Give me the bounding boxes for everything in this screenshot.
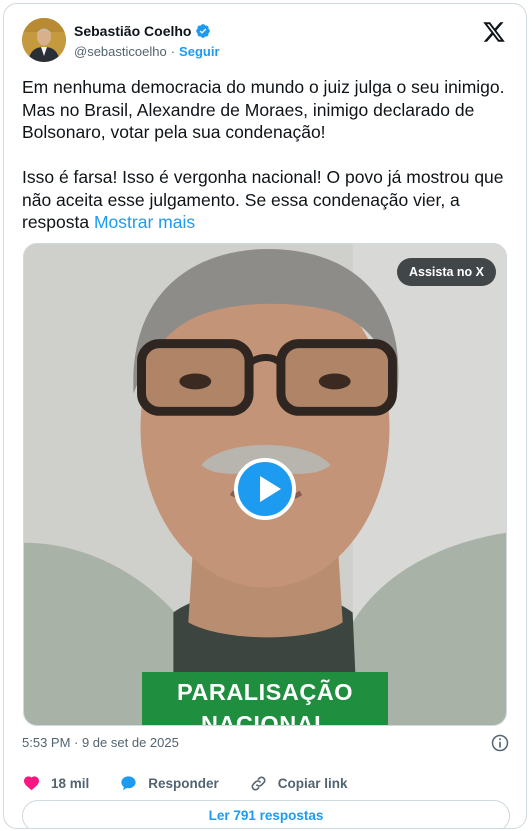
avatar[interactable] [22, 18, 66, 62]
banner-line-1: PARALISAÇÃO [176, 679, 354, 705]
reply-label: Responder [148, 775, 219, 791]
video-player[interactable]: Assista no X PARALISAÇÃO NACIONAL [23, 243, 507, 726]
tweet-timestamp[interactable]: 5:53 PM · 9 de set de 2025 [22, 735, 179, 750]
video-banner: PARALISAÇÃO NACIONAL [142, 672, 388, 726]
reply-bubble-icon [121, 775, 136, 790]
link-icon [251, 776, 266, 790]
watch-on-x-button[interactable]: Assista no X [396, 258, 496, 286]
verified-badge-icon [196, 24, 211, 38]
heart-icon [23, 775, 40, 790]
separator: · [170, 44, 176, 59]
display-name[interactable]: Sebastião Coelho [74, 23, 191, 39]
handle[interactable]: @sebasticoelho [74, 44, 167, 59]
reply-button[interactable]: Responder [119, 774, 219, 793]
read-replies-button[interactable]: Ler 791 respostas [22, 800, 510, 828]
banner-line-2: NACIONAL [200, 711, 330, 726]
tweet-text: Em nenhuma democracia do mundo o juiz ju… [22, 76, 512, 234]
follow-button[interactable]: Seguir [179, 44, 219, 59]
info-icon[interactable] [490, 733, 510, 753]
likes-count: 18 mil [51, 775, 90, 791]
name-row: Sebastião Coelho [74, 23, 211, 39]
tweet-card: Sebastião Coelho @sebasticoelho · Seguir… [3, 3, 527, 829]
like-button[interactable]: 18 mil [22, 774, 89, 793]
copy-link-button[interactable]: Copiar link [249, 774, 348, 793]
show-more-link[interactable]: Mostrar mais [94, 212, 195, 232]
handle-row: @sebasticoelho · Seguir [74, 44, 220, 59]
play-icon[interactable] [234, 458, 296, 520]
tweet-body: Em nenhuma democracia do mundo o juiz ju… [22, 77, 505, 232]
x-logo-icon[interactable] [482, 20, 506, 44]
tweet-header: Sebastião Coelho @sebasticoelho · Seguir [22, 18, 510, 68]
tweet-actions: 18 mil Responder Copiar link [22, 772, 510, 794]
copy-link-label: Copiar link [277, 775, 348, 791]
